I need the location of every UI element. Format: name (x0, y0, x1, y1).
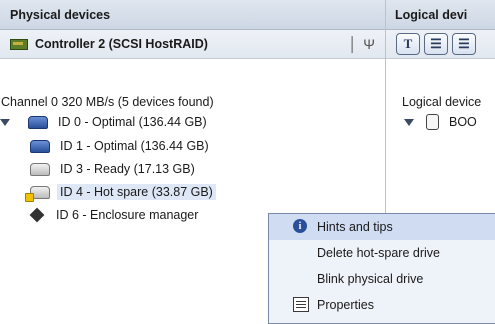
logical-drive-icon (426, 114, 439, 130)
channel-row[interactable]: Channel 0 320 MB/s (5 devices found) (0, 92, 214, 112)
thermometer-icon: │ (348, 36, 358, 52)
device-row-id1[interactable]: ID 1 - Optimal (136.44 GB) (30, 136, 209, 156)
info-icon: i (293, 219, 307, 233)
list-view-button[interactable]: ☰ (424, 33, 448, 55)
channel-label: Channel 0 320 MB/s (5 devices found) (1, 95, 214, 109)
controller-label: Controller 2 (SCSI HostRAID) (35, 37, 208, 51)
controller-row[interactable]: Controller 2 (SCSI HostRAID) (0, 30, 385, 59)
device-row-id3[interactable]: ID 3 - Ready (17.13 GB) (30, 159, 195, 179)
device-label: ID 6 - Enclosure manager (56, 208, 199, 222)
logical-device-heading: Logical device (402, 92, 481, 112)
fan-icon: Ψ (363, 36, 375, 52)
device-label: ID 4 - Hot spare (33.87 GB) (57, 184, 216, 200)
detail-view-button[interactable]: ☰ (452, 33, 476, 55)
optimal-disk-icon (30, 139, 50, 153)
enclosure-icon (29, 207, 45, 223)
menu-item-hints-and-tips[interactable]: i Hints and tips (269, 214, 495, 240)
hot-spare-plus-icon (25, 192, 34, 202)
device-label: ID 3 - Ready (17.13 GB) (60, 162, 195, 176)
device-row-id4[interactable]: ID 4 - Hot spare (33.87 GB) (25, 182, 216, 202)
controller-card-icon (10, 38, 28, 50)
menu-item-properties[interactable]: Properties (269, 292, 495, 318)
menu-item-delete-hot-spare[interactable]: Delete hot-spare drive (269, 240, 495, 266)
device-row-id0[interactable]: ID 0 - Optimal (136.44 GB) (0, 112, 207, 132)
logical-device-label: Logical device (402, 95, 482, 109)
logical-device-name: BOO (449, 115, 477, 129)
menu-item-label: Delete hot-spare drive (317, 246, 440, 260)
menu-item-label: Properties (317, 298, 374, 312)
device-label: ID 0 - Optimal (136.44 GB) (58, 115, 207, 129)
ready-disk-icon (30, 162, 50, 176)
logical-devices-header: Logical devi (386, 0, 495, 30)
device-label: ID 1 - Optimal (136.44 GB) (60, 139, 209, 153)
logical-toolbar: T ☰ ☰ (386, 30, 495, 59)
expand-triangle-icon[interactable] (404, 118, 414, 126)
logical-device-row[interactable]: BOO (404, 112, 477, 132)
properties-icon (293, 297, 309, 312)
menu-item-label: Hints and tips (317, 220, 393, 234)
optimal-disk-icon (28, 115, 48, 129)
menu-item-label: Blink physical drive (317, 272, 424, 286)
physical-devices-header: Physical devices (0, 0, 385, 30)
menu-item-blink-physical-drive[interactable]: Blink physical drive (269, 266, 495, 292)
device-row-id6[interactable]: ID 6 - Enclosure manager (28, 205, 198, 225)
hot-spare-disk-icon (25, 185, 50, 202)
expand-triangle-icon[interactable] (0, 118, 10, 126)
text-view-button[interactable]: T (396, 33, 420, 55)
controller-status-icons: │ Ψ (349, 36, 375, 52)
context-menu: i Hints and tips Delete hot-spare drive … (268, 213, 495, 324)
